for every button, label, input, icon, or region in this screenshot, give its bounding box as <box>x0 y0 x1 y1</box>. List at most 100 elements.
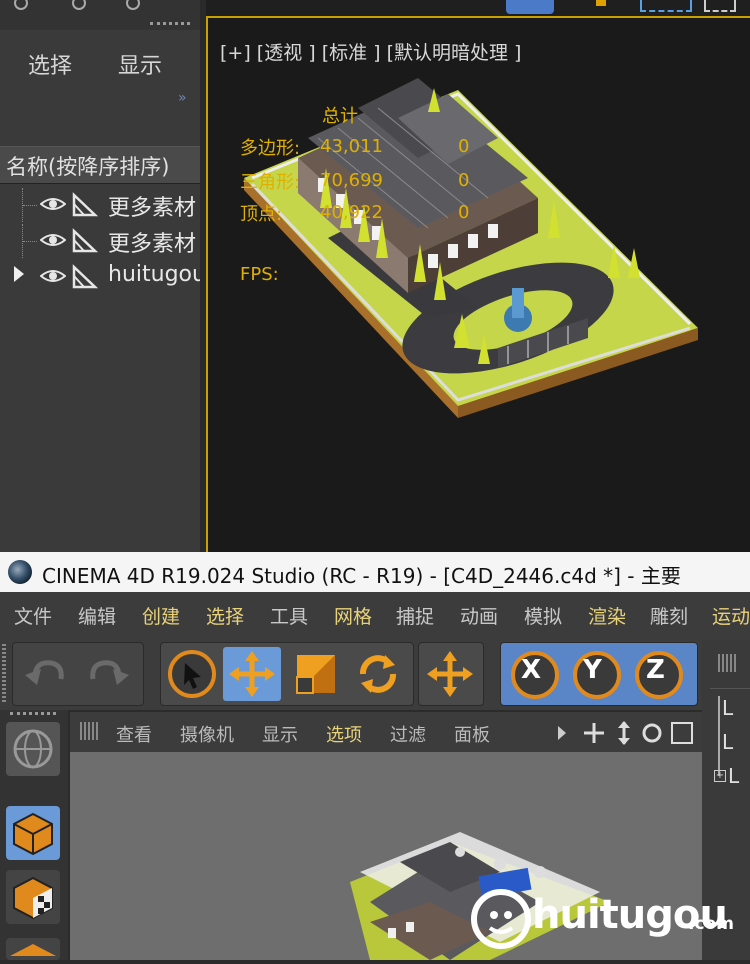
polygon-object-icon <box>72 264 98 289</box>
z-axis-label: Z <box>646 655 665 685</box>
cube-icon <box>13 812 53 856</box>
window-titlebar: CINEMA 4D R19.024 Studio (RC - R19) - [C… <box>0 552 750 592</box>
tree-item-label[interactable]: L <box>722 730 733 754</box>
stat-label: 多边形: <box>240 138 301 159</box>
perspective-viewport[interactable] <box>206 16 750 554</box>
menu-sculpt[interactable]: 雕刻 <box>650 602 688 629</box>
object-row[interactable]: huitugou <box>0 260 200 294</box>
maximize-icon[interactable] <box>671 722 693 744</box>
move-tool-button[interactable] <box>223 647 281 701</box>
toolbar-grip <box>150 22 190 28</box>
tool-partial-icon[interactable] <box>596 0 606 6</box>
menu-mesh[interactable]: 网格 <box>334 602 372 629</box>
axis-lock-group: X Y Z <box>500 642 698 706</box>
menu-arrow-icon[interactable] <box>558 726 566 740</box>
fps-label: FPS: <box>240 264 279 285</box>
live-selection-icon[interactable] <box>163 647 221 701</box>
viewport-menu-options[interactable]: 选项 <box>326 721 362 747</box>
menu-snap[interactable]: 捕捉 <box>396 602 434 629</box>
expand-triangle-icon[interactable] <box>14 266 24 282</box>
viewport-menu-view[interactable]: 查看 <box>116 721 152 747</box>
eye-icon[interactable] <box>40 266 66 286</box>
redo-icon[interactable] <box>79 647 137 701</box>
grid-plane-icon <box>10 944 56 956</box>
menu-render[interactable]: 渲染 <box>588 602 626 629</box>
z-axis-lock[interactable]: Z <box>629 647 687 701</box>
menu-simulate[interactable]: 模拟 <box>524 602 562 629</box>
stat-label: 顶点: <box>240 204 283 225</box>
viewport-grip-icon[interactable] <box>80 722 98 740</box>
workplane-mode-button[interactable] <box>6 938 60 960</box>
tree-item-label[interactable]: L <box>728 764 739 788</box>
move-arrows-icon <box>229 651 275 697</box>
stat-value: 70,699 <box>320 170 383 191</box>
cinema4d-logo-icon <box>8 560 32 584</box>
object-manager-panel: 选择 显示 » 名称(按降序排序) 更多素材 更多素材 huitugou <box>0 0 206 552</box>
frame-icon[interactable] <box>704 0 736 12</box>
transform-tools-group <box>160 642 414 706</box>
tab-display[interactable]: 显示 <box>118 48 162 80</box>
watermark-logo: huitugou .com <box>470 880 740 956</box>
menu-create[interactable]: 创建 <box>142 602 180 629</box>
polygon-object-icon <box>72 228 98 253</box>
y-axis-label: Y <box>583 655 602 685</box>
active-tool-icon[interactable] <box>506 0 554 14</box>
globe-mode-button[interactable] <box>6 722 60 776</box>
zoom-icon[interactable] <box>618 721 630 745</box>
eye-icon[interactable] <box>40 194 66 214</box>
panel-divider <box>710 688 750 689</box>
stat-selected: 0 <box>458 202 470 223</box>
undo-icon[interactable] <box>17 647 75 701</box>
viewport-menubar: 查看 摄像机 显示 选项 过滤 面板 <box>70 712 702 752</box>
recent-tools-group <box>418 642 484 706</box>
panel-grip-icon[interactable] <box>718 654 736 672</box>
toolstrip-grip[interactable] <box>10 712 56 719</box>
toolbar-grip[interactable] <box>2 644 6 702</box>
y-axis-lock[interactable]: Y <box>567 647 625 701</box>
menu-edit[interactable]: 编辑 <box>78 602 116 629</box>
main-toolbar: X Y Z <box>0 634 750 710</box>
object-row[interactable]: 更多素材 <box>0 188 200 222</box>
texture-mode-button[interactable] <box>6 870 60 924</box>
eye-icon[interactable] <box>40 230 66 250</box>
menu-file[interactable]: 文件 <box>14 602 52 629</box>
viewport-menu-display[interactable]: 显示 <box>262 721 298 747</box>
object-row[interactable]: 更多素材 <box>0 224 200 258</box>
orbit-icon[interactable] <box>642 723 662 743</box>
stats-title: 总计 <box>322 106 358 127</box>
viewport-menu-filter[interactable]: 过滤 <box>390 721 426 747</box>
tree-line <box>718 696 720 776</box>
toolbar-partial-icon[interactable] <box>126 0 140 10</box>
tab-select[interactable]: 选择 <box>28 48 72 80</box>
rotate-tool-icon[interactable] <box>349 647 407 701</box>
top-toolbar-partial <box>500 0 750 16</box>
tree-line <box>22 224 41 258</box>
toolbar-partial-icon[interactable] <box>14 0 28 10</box>
name-column-header[interactable]: 名称(按降序排序) <box>0 146 200 184</box>
expand-plus-icon[interactable]: + <box>714 770 726 782</box>
stat-value: 40,922 <box>320 202 383 223</box>
x-axis-lock[interactable]: X <box>505 647 563 701</box>
pan-icon[interactable] <box>584 723 604 743</box>
undo-redo-group <box>12 642 144 706</box>
menu-animate[interactable]: 动画 <box>460 602 498 629</box>
viewport-menu-camera[interactable]: 摄像机 <box>180 721 234 747</box>
stat-selected: 0 <box>458 136 470 157</box>
menu-select[interactable]: 选择 <box>206 602 244 629</box>
globe-icon <box>13 729 53 769</box>
model-mode-button[interactable] <box>6 806 60 860</box>
expand-arrows-icon[interactable]: » <box>178 90 187 106</box>
tree-item-label[interactable]: L <box>722 696 733 720</box>
viewport-nav-icons <box>558 721 693 745</box>
menu-motion[interactable]: 运动 <box>712 602 750 629</box>
scale-tool-icon[interactable] <box>287 647 345 701</box>
selection-rect-icon[interactable] <box>640 0 692 12</box>
stat-label: 三角形: <box>240 172 301 193</box>
menu-tools[interactable]: 工具 <box>270 602 308 629</box>
viewport-menu[interactable]: [+] [透视 ] [标准 ] [默认明暗处理 ] <box>220 38 521 65</box>
mansion-model-render <box>244 78 698 418</box>
toolbar-partial-icon[interactable] <box>72 0 86 10</box>
object-manager-toolbar <box>0 0 206 30</box>
viewport-menu-panel[interactable]: 面板 <box>454 721 490 747</box>
recent-move-icon[interactable] <box>421 647 479 701</box>
